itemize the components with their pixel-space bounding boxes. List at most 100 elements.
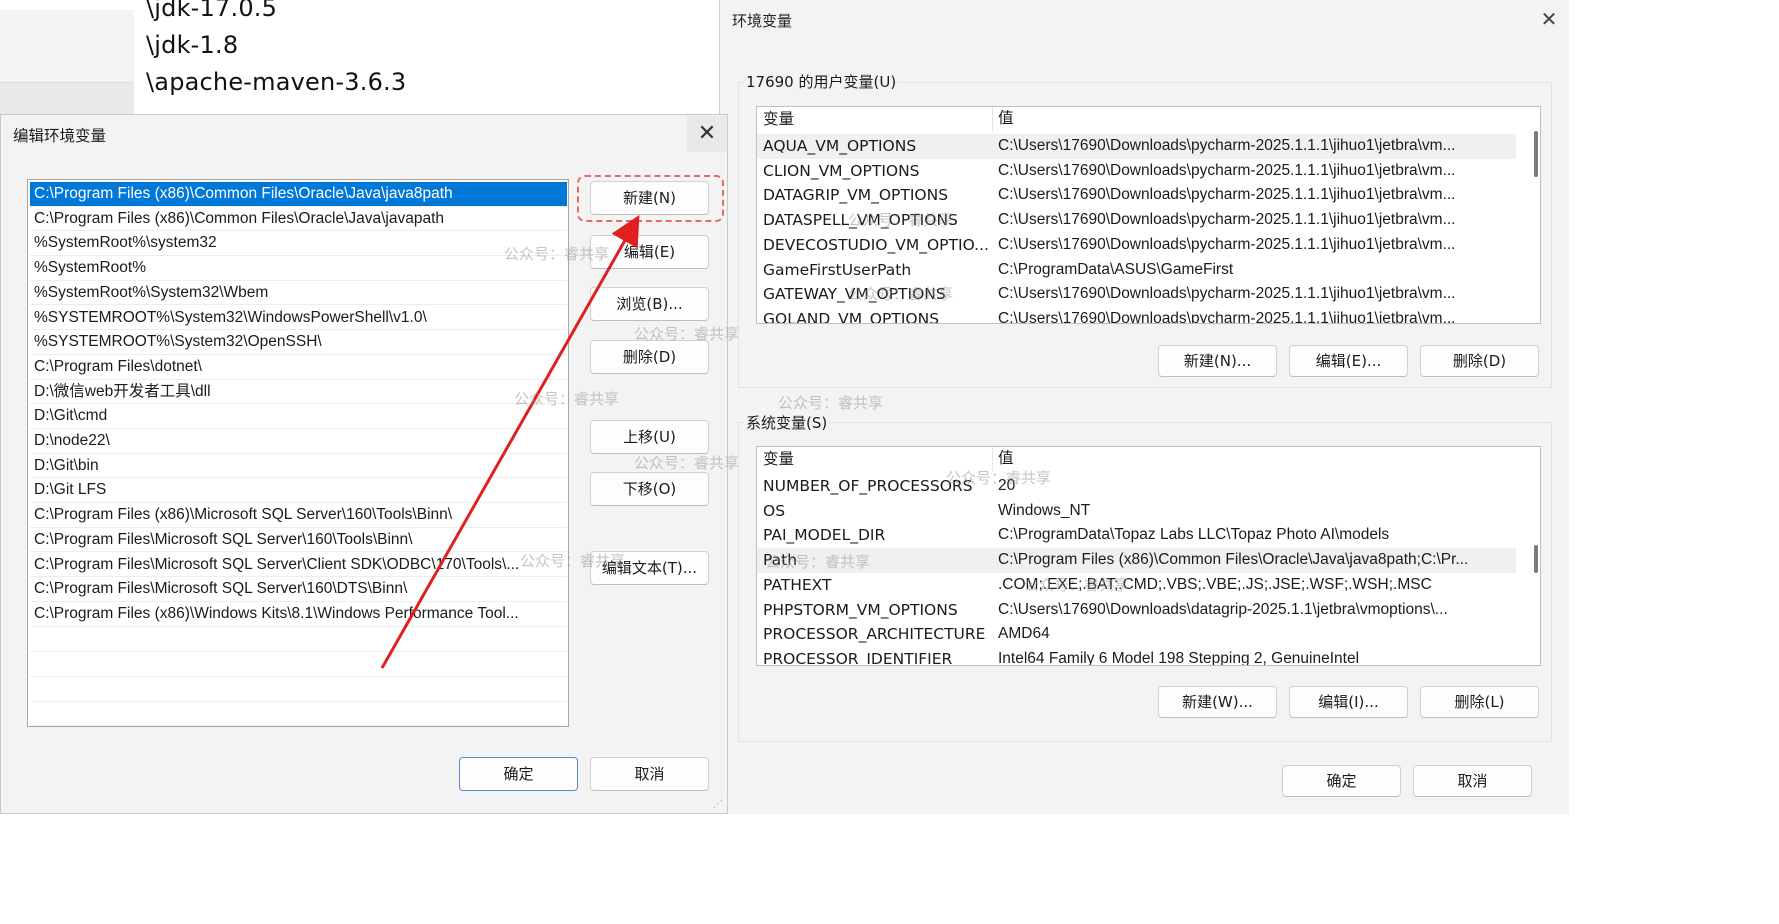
empty-list-row[interactable] <box>30 701 567 726</box>
table-row-selected[interactable]: Path C:\Program Files (x86)\Common Files\… <box>757 548 1516 573</box>
var-value: C:\ProgramData\ASUS\GameFirst <box>998 260 1234 278</box>
cancel-button[interactable]: 取消 <box>1413 765 1532 797</box>
var-value: C:\Users\17690\Downloads\pycharm-2025.1.… <box>998 161 1456 179</box>
empty-list-row[interactable] <box>30 676 567 702</box>
list-item[interactable]: %SYSTEMROOT%\System32\OpenSSH\ <box>30 330 567 355</box>
list-item[interactable]: C:\Program Files\Microsoft SQL Server\16… <box>30 577 567 602</box>
path-list[interactable]: C:\Program Files (x86)\Common Files\Orac… <box>27 179 569 727</box>
list-item[interactable]: C:\Program Files (x86)\Windows Kits\8.1\… <box>30 602 567 627</box>
path-text: C:\Program Files (x86)\Microsoft SQL Ser… <box>34 506 453 524</box>
env-variables-dialog: 环境变量 ✕ 17690 的用户变量(U) 变量 值 AQUA_VM_OPTIO… <box>719 0 1569 814</box>
table-row[interactable]: DEVECOSTUDIO_VM_OPTIO... C:\Users\17690\D… <box>757 233 1516 258</box>
edit-env-variable-dialog: 编辑环境变量 ✕ C:\Program Files (x86)\Common F… <box>0 114 728 814</box>
var-name: OS <box>763 501 786 520</box>
dialog-title: 编辑环境变量 <box>13 127 107 145</box>
table-row[interactable]: GameFirstUserPath C:\ProgramData\ASUS\Gam… <box>757 258 1516 283</box>
var-name: GATEWAY_VM_OPTIONS <box>763 285 946 304</box>
edit-button[interactable]: 编辑(E) <box>590 235 709 269</box>
path-text: %SystemRoot%\system32 <box>34 234 217 252</box>
path-text: D:\Git\cmd <box>34 407 108 425</box>
column-header-name[interactable]: 变量 <box>763 107 991 131</box>
column-header-value[interactable]: 值 <box>998 107 1516 131</box>
table-row[interactable]: PAI_MODEL_DIR C:\ProgramData\Topaz Labs L… <box>757 523 1516 548</box>
path-text: %SYSTEMROOT%\System32\WindowsPowerShell\… <box>34 308 427 326</box>
path-text: D:\node22\ <box>34 432 110 449</box>
table-row[interactable]: PROCESSOR_IDENTIFIER Intel64 Family 6 Mod… <box>757 647 1516 666</box>
var-value: AMD64 <box>998 625 1050 643</box>
list-item[interactable]: C:\Program Files\Microsoft SQL Server\Cl… <box>30 553 567 578</box>
new-button[interactable]: 新建(N) <box>590 181 709 215</box>
path-text: %SystemRoot% <box>34 259 146 277</box>
column-header-name[interactable]: 变量 <box>763 447 991 471</box>
var-name: PAI_MODEL_DIR <box>763 526 886 545</box>
table-row[interactable]: PHPSTORM_VM_OPTIONS C:\Users\17690\Downlo… <box>757 598 1516 623</box>
ok-button[interactable]: 确定 <box>459 757 578 791</box>
system-delete-button[interactable]: 删除(L) <box>1420 686 1539 718</box>
column-header-value[interactable]: 值 <box>998 447 1516 471</box>
path-text: %SYSTEMROOT%\System32\OpenSSH\ <box>34 333 322 351</box>
table-row[interactable]: AQUA_VM_OPTIONS C:\Users\17690\Downloads\… <box>757 134 1516 159</box>
vertical-scrollbar[interactable] <box>1534 131 1538 177</box>
browse-button[interactable]: 浏览(B)... <box>590 287 709 321</box>
system-vars-table[interactable]: 变量 值 NUMBER_OF_PROCESSORS 20 OS Windows_NT… <box>756 446 1541 666</box>
table-row[interactable]: GOLAND_VM_OPTIONS C:\Users\17690\Download… <box>757 307 1516 324</box>
table-row[interactable]: DATAGRIP_VM_OPTIONS C:\Users\17690\Downlo… <box>757 183 1516 208</box>
close-icon[interactable]: ✕ <box>1535 6 1563 32</box>
table-row[interactable]: GATEWAY_VM_OPTIONS C:\Users\17690\Downloa… <box>757 282 1516 307</box>
var-value: C:\Users\17690\Downloads\pycharm-2025.1.… <box>998 309 1456 324</box>
empty-list-row[interactable] <box>30 627 567 653</box>
user-vars-table[interactable]: 变量 值 AQUA_VM_OPTIONS C:\Users\17690\Downl… <box>756 106 1541 324</box>
cancel-button[interactable]: 取消 <box>590 757 709 791</box>
close-icon[interactable]: ✕ <box>687 116 727 152</box>
system-new-button[interactable]: 新建(W)... <box>1158 686 1277 718</box>
var-name: CLION_VM_OPTIONS <box>763 161 920 180</box>
list-item[interactable]: %SystemRoot% <box>30 256 567 281</box>
user-new-button[interactable]: 新建(N)... <box>1158 345 1277 377</box>
list-item[interactable]: C:\Program Files (x86)\Common Files\Orac… <box>30 207 567 232</box>
var-name: DATASPELL_VM_OPTIONS <box>763 211 958 230</box>
table-row[interactable]: DATASPELL_VM_OPTIONS C:\Users\17690\Downl… <box>757 208 1516 233</box>
list-item[interactable]: C:\Program Files\Microsoft SQL Server\16… <box>30 528 567 553</box>
table-row[interactable]: OS Windows_NT <box>757 499 1516 524</box>
empty-list-row[interactable] <box>30 651 567 677</box>
move-up-button[interactable]: 上移(U) <box>590 420 709 454</box>
delete-button[interactable]: 删除(D) <box>590 340 709 374</box>
var-value: Windows_NT <box>998 501 1091 519</box>
path-text: C:\Program Files (x86)\Common Files\Orac… <box>34 209 445 227</box>
list-item[interactable]: D:\node22\ <box>30 429 567 454</box>
list-item[interactable]: D:\Git\cmd <box>30 404 567 429</box>
system-vars-label: 系统变量(S) <box>744 412 830 433</box>
list-item[interactable]: C:\Program Files (x86)\Microsoft SQL Ser… <box>30 503 567 528</box>
var-name: GOLAND_VM_OPTIONS <box>763 309 940 324</box>
var-value: C:\Users\17690\Downloads\pycharm-2025.1.… <box>998 211 1456 229</box>
path-text: C:\Program Files\Microsoft SQL Server\16… <box>34 530 413 548</box>
list-item[interactable]: D:\Git\bin <box>30 454 567 479</box>
move-down-button[interactable]: 下移(O) <box>590 472 709 506</box>
table-row[interactable]: CLION_VM_OPTIONS C:\Users\17690\Downloads… <box>757 159 1516 184</box>
user-delete-button[interactable]: 删除(D) <box>1420 345 1539 377</box>
system-edit-button[interactable]: 编辑(I)... <box>1289 686 1408 718</box>
table-row[interactable]: PROCESSOR_ARCHITECTURE AMD64 <box>757 622 1516 647</box>
list-item[interactable]: D:\Git LFS <box>30 478 567 504</box>
list-item[interactable]: C:\Program Files\dotnet\ <box>30 355 567 380</box>
list-item[interactable]: %SystemRoot%\system32 <box>30 231 567 257</box>
list-item[interactable]: %SystemRoot%\System32\Wbem <box>30 281 567 306</box>
list-item[interactable]: D:\微信web开发者工具\dll <box>30 380 567 405</box>
bg-path-line: \jdk-1.8 <box>146 31 239 59</box>
var-value: Intel64 Family 6 Model 198 Stepping 2, G… <box>998 649 1360 666</box>
user-edit-button[interactable]: 编辑(E)... <box>1289 345 1408 377</box>
table-row[interactable]: PATHEXT .COM;.EXE;.BAT;.CMD;.VBS;.VBE;.JS… <box>757 573 1516 598</box>
user-vars-label: 17690 的用户变量(U) <box>744 71 899 92</box>
list-item-selected[interactable]: C:\Program Files (x86)\Common Files\Orac… <box>30 182 567 207</box>
var-name: GameFirstUserPath <box>763 260 912 279</box>
list-item[interactable]: %SYSTEMROOT%\System32\WindowsPowerShell\… <box>30 306 567 331</box>
edit-text-button[interactable]: 编辑文本(T)... <box>590 551 709 585</box>
path-text: C:\Program Files\Microsoft SQL Server\Cl… <box>34 555 520 573</box>
resize-grip-icon[interactable]: ⋰ <box>713 799 723 810</box>
vertical-scrollbar[interactable] <box>1534 545 1538 573</box>
ok-button[interactable]: 确定 <box>1282 765 1401 797</box>
var-value: 20 <box>998 477 1016 494</box>
var-value: C:\Program Files (x86)\Common Files\Orac… <box>998 551 1469 569</box>
path-text: %SystemRoot%\System32\Wbem <box>34 283 269 301</box>
table-row[interactable]: NUMBER_OF_PROCESSORS 20 <box>757 474 1516 499</box>
